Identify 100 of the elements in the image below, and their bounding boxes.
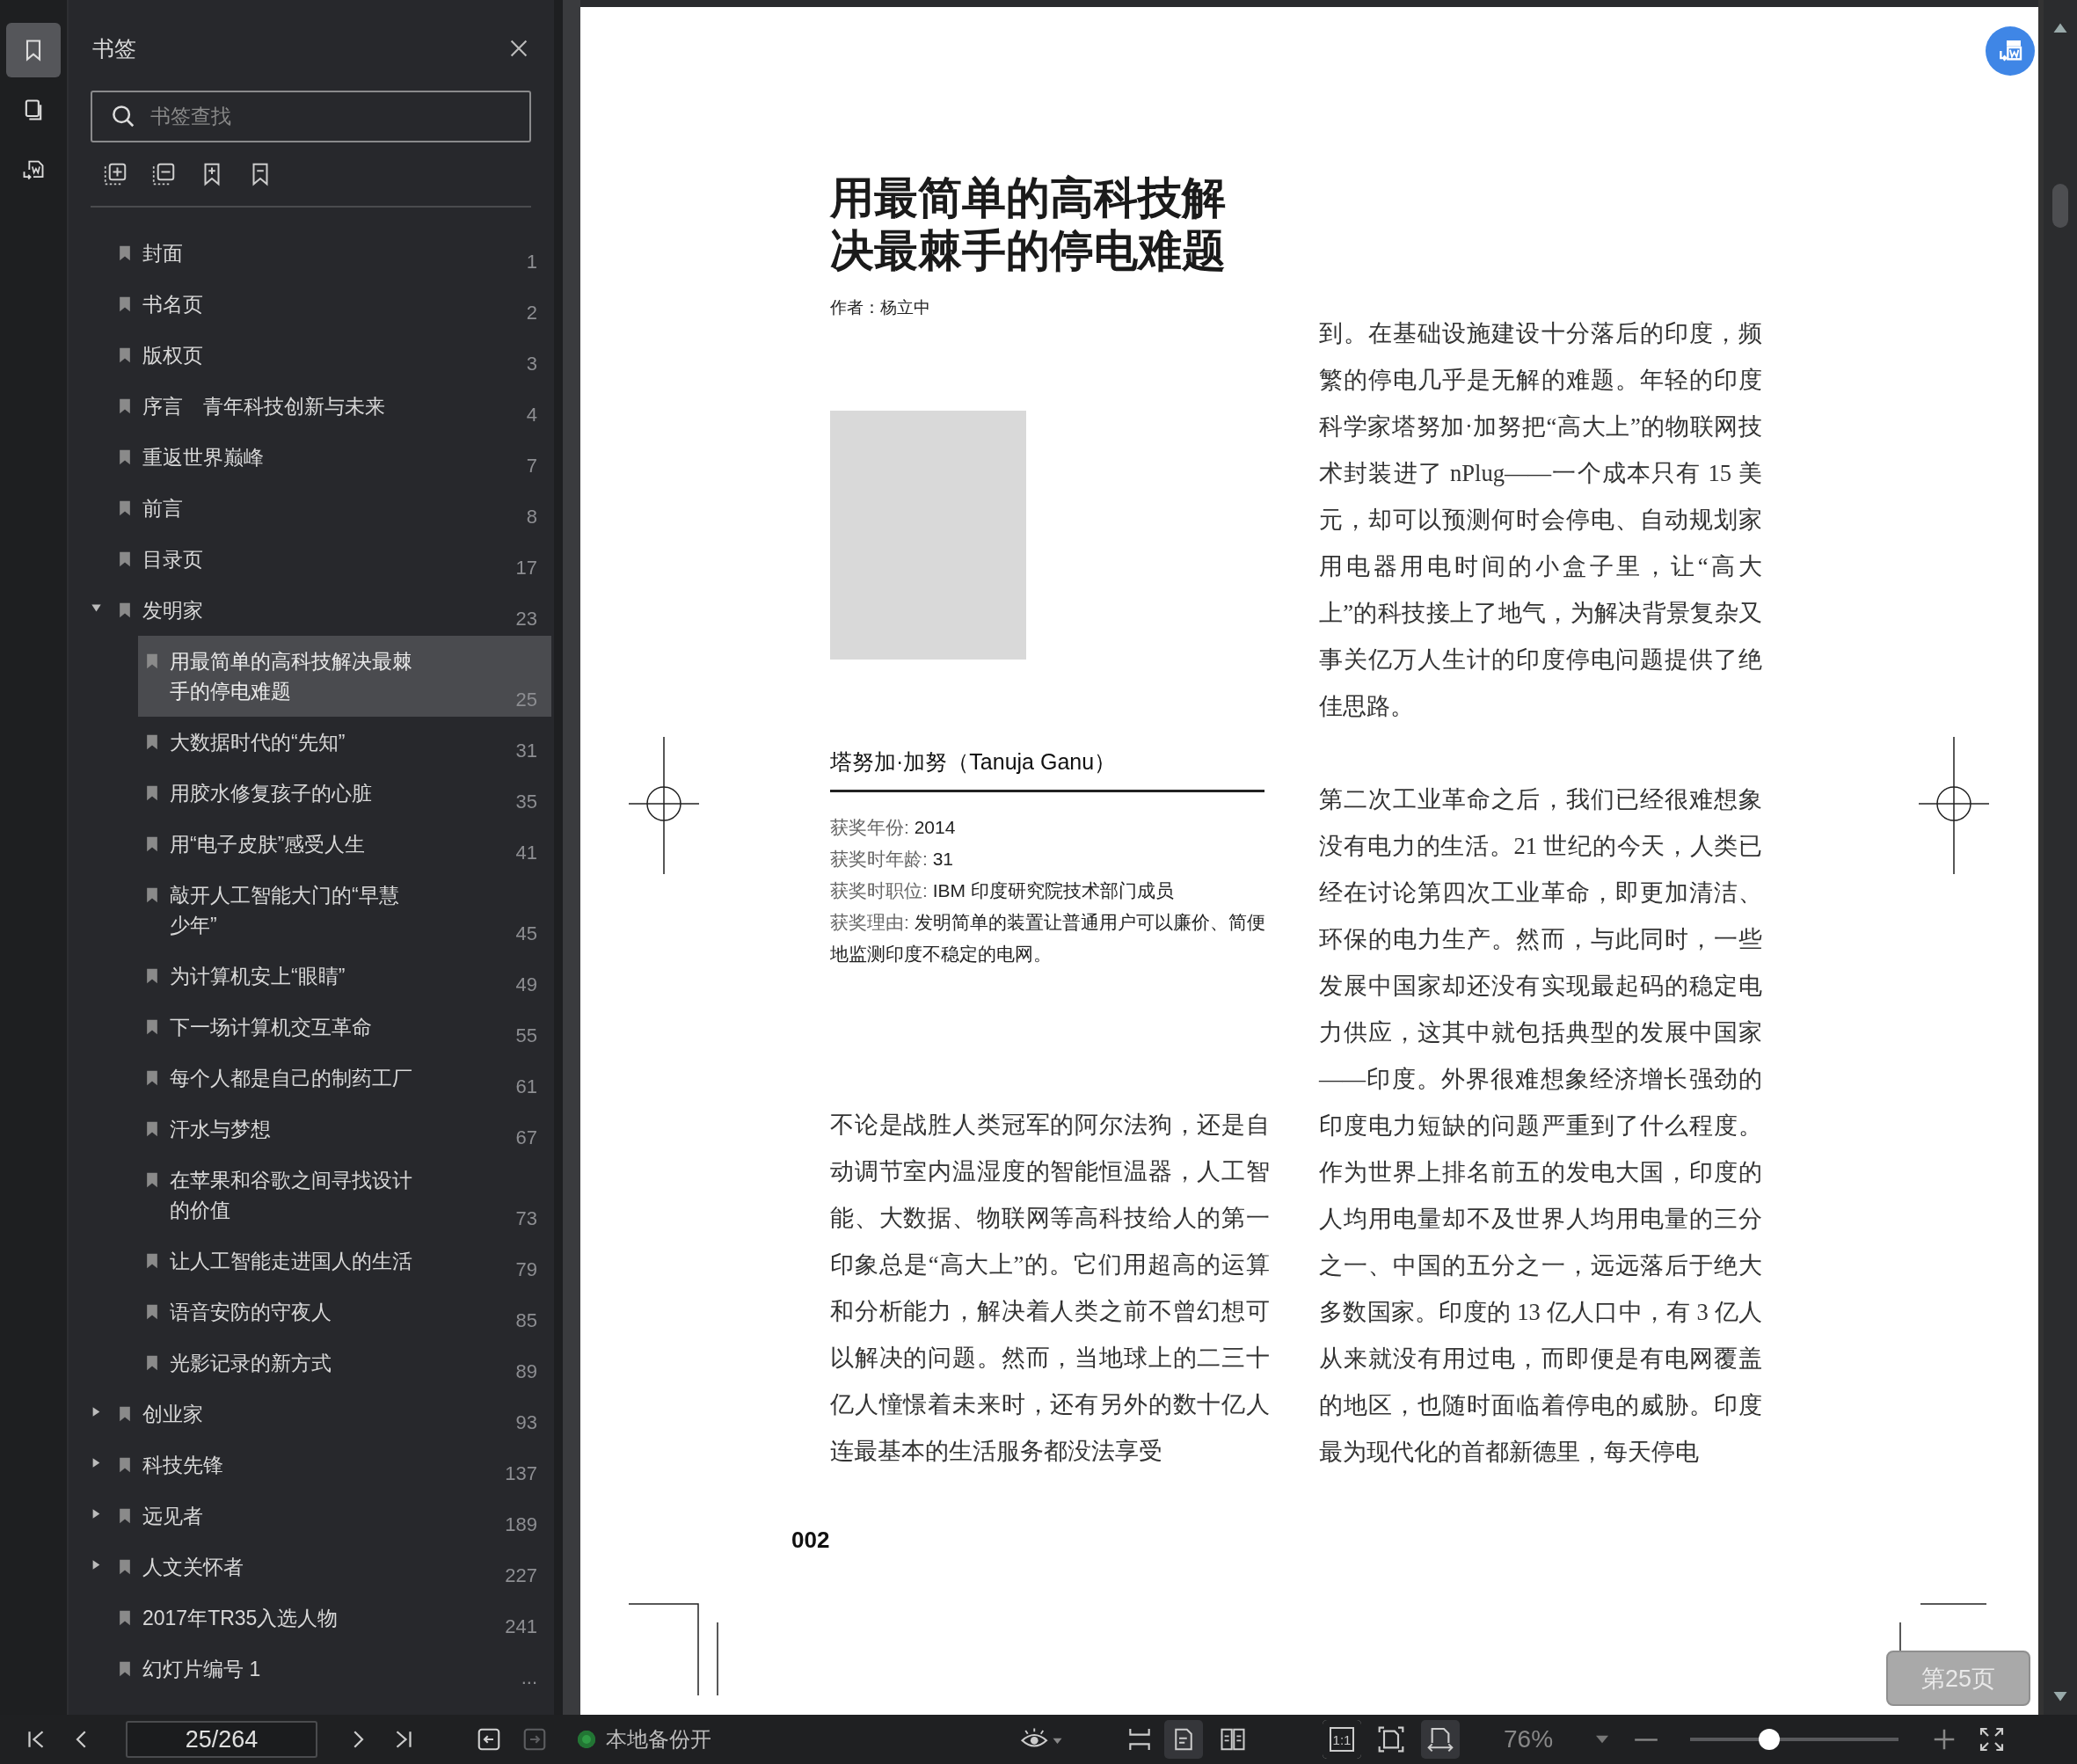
caret-icon[interactable]	[91, 1508, 102, 1520]
minus-icon	[1634, 1738, 1659, 1741]
bookmark-icon	[146, 1354, 158, 1372]
page-number: 241	[505, 1615, 537, 1639]
bookmark-icon	[119, 1405, 131, 1423]
bookmark-icon	[119, 244, 131, 262]
page-number: 45	[515, 922, 537, 946]
fact-line: 获奖时年龄: 31	[830, 848, 955, 871]
bookmark-item[interactable]: 让人工智能走进国人的生活 79	[138, 1236, 551, 1287]
collapse-all-icon	[150, 161, 177, 187]
bookmark-item[interactable]: 目录页 17	[111, 534, 551, 585]
author-line: 作者：杨立中	[830, 297, 931, 318]
person-name: 塔努加·加努（Tanuja Ganu）	[830, 748, 1118, 776]
bookmark-item[interactable]: 封面 1	[111, 228, 551, 279]
page-number: 8	[526, 505, 537, 529]
bookmark-icon	[146, 886, 158, 904]
bookmark-item[interactable]: 科技先锋 137	[111, 1440, 551, 1491]
bookmark-item[interactable]: 用最简单的高科技解决最棘手的停电难题 25	[138, 636, 551, 717]
page-number: 23	[515, 607, 537, 631]
fit-width-icon	[1426, 1725, 1454, 1753]
page-number: 17	[515, 556, 537, 580]
page-number: 137	[505, 1461, 537, 1486]
bookmark-icon	[119, 550, 131, 568]
bookmark-item[interactable]: 用“电子皮肤”感受人生 41	[138, 819, 551, 870]
fact-line: 获奖年份: 2014	[830, 816, 957, 839]
arrow-left-icon	[476, 1726, 502, 1753]
bookmark-item[interactable]: 下一场计算机交互革命 55	[138, 1002, 551, 1053]
scroll-down-icon[interactable]	[2053, 1692, 2067, 1702]
bookmark-icon	[119, 1660, 131, 1678]
page-number: 35	[515, 790, 537, 814]
page-number: 49	[515, 973, 537, 997]
bookmark-icon	[146, 733, 158, 751]
bookmarks-tab[interactable]	[6, 23, 61, 77]
page-number: 227	[505, 1564, 537, 1588]
bookmark-item[interactable]: 创业家 93	[111, 1389, 551, 1440]
page-number: ...	[521, 1666, 537, 1690]
caret-down-icon	[1596, 1734, 1609, 1745]
page-number-field[interactable]: 25/264	[126, 1721, 317, 1758]
page-number: 79	[515, 1257, 537, 1282]
slider-thumb[interactable]	[1759, 1729, 1781, 1750]
page-number: 7	[526, 454, 537, 478]
bookmark-item[interactable]: 版权页 3	[111, 330, 551, 381]
bookmark-icon	[119, 1507, 131, 1525]
bookmark-item[interactable]: 2017年TR35入选人物 241	[111, 1593, 551, 1644]
caret-icon[interactable]	[91, 602, 102, 614]
caret-icon[interactable]	[91, 1559, 102, 1571]
search-icon	[110, 103, 136, 129]
zoom-value: 76%	[1504, 1725, 1554, 1753]
bookmark-icon	[146, 1171, 158, 1189]
bookmark-icon	[119, 499, 131, 517]
body-paragraph: 第二次工业革命之后，我们已经很难想象没有电力的生活。21 世纪的今天，人类已经在讨论第四次工业革命，即更加清洁、环保的电力生产。然而，与此同时，一些发展中国家却还没有实现最起码的稳定电力供应，这其中就包括典型的发展中国家——印度。外界很难想象经济增长强劲的印度电力短缺的问题严重到了什么程度。作为世界上排名前五的发电大国，印度的人均用电量却不及世界人均用电量的三分之一、中国的五分之一，远远落后于绝大多数国家。印度的 13 亿人口中，有 3 亿人从来就没有用过电，而即便是有电网覆盖的地区，也随时面临着停电的威胁。印度最为现代化的首都新德里，每天停电	[1319, 785, 1762, 1467]
bookmark-item[interactable]: 每个人都是自己的制药工厂 61	[138, 1053, 551, 1104]
page-number: 55	[515, 1024, 537, 1048]
expand-all-button[interactable]	[102, 161, 128, 187]
search-field[interactable]: 书签查找	[91, 91, 531, 142]
actual-size-button[interactable]: 1:1	[1323, 1720, 1361, 1759]
bookmark-icon	[119, 397, 131, 415]
bookmark-item[interactable]: 汗水与梦想 67	[138, 1104, 551, 1155]
bookmark-item[interactable]: 在苹果和谷歌之间寻找设计的价值 73	[138, 1155, 551, 1236]
collapse-all-button[interactable]	[150, 161, 177, 187]
bookmark-icon	[119, 1456, 131, 1474]
page-number: 85	[515, 1308, 537, 1333]
bookmark-item[interactable]: 远见者 189	[111, 1491, 551, 1542]
bookmark-icon	[119, 1558, 131, 1576]
close-icon	[508, 38, 529, 59]
body-paragraph: 到。在基础设施建设十分落后的印度，频繁的停电几乎是无解的难题。年轻的印度科学家塔努加·加努把“高大上”的物联网技术封装进了 nPlug——一个成本只有 15 美元，却可以预测何时会停电、自动规划家用电器用电时间的小盒子里，让“高大上”的科技接上了地气，为解决背景复杂又事关亿万人生计的印度停电问题提供了绝佳思路。	[1319, 319, 1762, 721]
bookmark-item[interactable]: 用胶水修复孩子的心脏 35	[138, 768, 551, 819]
bookmark-item[interactable]: 幻灯片编号 1 ...	[111, 1644, 551, 1695]
body-paragraph: 不论是战胜人类冠军的阿尔法狗，还是自动调节室内温湿度的智能恒温器，人工智能、大数据、物联网等高科技给人的第一印象总是“高大上”的。它们用超高的运算和分析能力，解决着人类之前不曾幻想可以解决的问题。然而，当地球上的二三十亿人憧憬着未来时，还有另外的数十亿人连最基本的生活服务都没法享受	[830, 1111, 1270, 1466]
fit-width-button[interactable]	[1421, 1720, 1460, 1759]
page-number: 31	[515, 739, 537, 763]
page-number: 3	[526, 352, 537, 376]
fact-line: 获奖时职位: IBM 印度研究院技术部门成员	[830, 879, 1175, 902]
single-page-button[interactable]	[1164, 1720, 1203, 1759]
caret-icon[interactable]	[91, 1457, 102, 1469]
page-number: 2	[526, 301, 537, 325]
bookmark-item[interactable]: 语音安防的守夜人 85	[138, 1287, 551, 1338]
bookmark-item[interactable]: 前言 8	[111, 483, 551, 534]
bookmark-item[interactable]: 书名页 2	[111, 279, 551, 330]
scroll-up-icon[interactable]	[2053, 22, 2067, 33]
page-number: 1	[526, 250, 537, 274]
bookmark-icon	[119, 295, 131, 313]
bookmark-item[interactable]: 序言 青年科技创新与未来 4	[111, 381, 551, 432]
scrollbar-thumb[interactable]	[2052, 184, 2068, 228]
bookmark-item[interactable]: 重返世界巅峰 7	[111, 432, 551, 483]
two-page-icon	[1220, 1726, 1246, 1753]
convert-to-word-button[interactable]	[1986, 26, 2035, 76]
bookmark-item[interactable]: 大数据时代的“先知” 31	[138, 717, 551, 768]
caret-icon[interactable]	[91, 1406, 102, 1418]
panel-title: 书签	[92, 34, 136, 62]
bookmark-item[interactable]: 发明家 23	[111, 585, 551, 636]
bookmark-icon	[146, 1303, 158, 1321]
bookmark-item[interactable]: 人文关怀者 227	[111, 1542, 551, 1593]
bookmark-icon	[119, 601, 131, 619]
bookmark-item[interactable]: 为计算机安上“眼睛” 49	[138, 951, 551, 1002]
bookmark-item[interactable]: 敲开人工智能大门的“早慧少年” 45	[138, 870, 551, 951]
scrollbar[interactable]	[2038, 0, 2077, 1715]
page-number: 93	[515, 1410, 537, 1435]
bookmark-item[interactable]: 光影记录的新方式 89	[138, 1338, 551, 1389]
page-number: 61	[515, 1075, 537, 1099]
